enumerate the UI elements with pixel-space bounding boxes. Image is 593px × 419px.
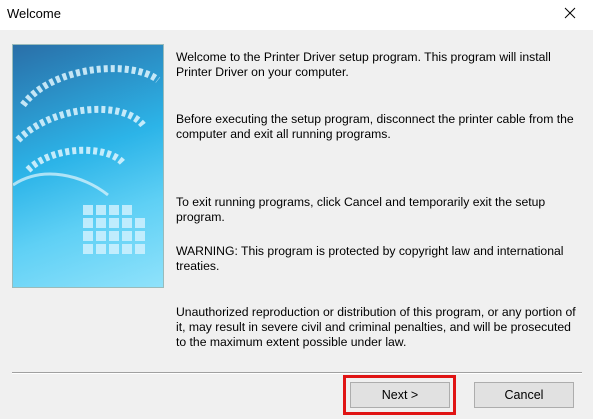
unauthorized-text: Unauthorized reproduction or distributio…: [176, 305, 576, 349]
setup-dialog: Welcome Welcome to the Printer Driver se…: [0, 0, 593, 419]
cancel-button[interactable]: Cancel: [474, 382, 574, 408]
close-icon: [564, 6, 576, 24]
close-button[interactable]: [547, 0, 593, 30]
window-title: Welcome: [7, 6, 61, 21]
warning-text: WARNING: This program is protected by co…: [176, 244, 564, 273]
setup-banner-image: [12, 44, 164, 288]
button-separator: [12, 372, 582, 374]
intro-text: Welcome to the Printer Driver setup prog…: [176, 50, 551, 79]
next-button[interactable]: Next >: [350, 382, 450, 408]
title-bar: Welcome: [0, 0, 593, 30]
before-setup-text: Before executing the setup program, disc…: [176, 112, 574, 141]
exit-programs-text: To exit running programs, click Cancel a…: [176, 195, 546, 224]
